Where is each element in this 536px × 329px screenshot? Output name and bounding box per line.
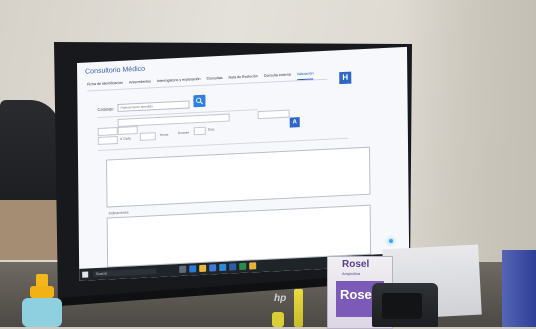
highlighter-pen xyxy=(294,289,303,327)
mail-icon[interactable] xyxy=(219,263,227,272)
search-icon xyxy=(195,97,204,105)
dose-field[interactable] xyxy=(257,109,290,120)
horas-label: Horas xyxy=(159,132,169,137)
frequency-field[interactable] xyxy=(139,132,156,141)
box-subtitle: Ampicilina xyxy=(342,271,361,276)
edge-icon[interactable] xyxy=(189,265,197,273)
box-brand-large: Rosel xyxy=(340,287,376,302)
stapler-top xyxy=(382,293,422,319)
duration-field[interactable] xyxy=(193,126,206,136)
task-view-icon[interactable] xyxy=(179,265,187,274)
unit-field[interactable] xyxy=(117,126,138,136)
hand-sanitizer-bottle xyxy=(22,274,62,327)
box-brand-label: Rosel xyxy=(342,259,370,270)
app-screen: Consultorio Médico Ficha de Identificaci… xyxy=(77,46,410,281)
highlighter-cap xyxy=(272,312,284,327)
excel-icon[interactable] xyxy=(239,262,247,271)
add-prescription-button[interactable]: A xyxy=(289,117,300,128)
header-button[interactable]: H xyxy=(339,71,352,85)
durante-label: Durante xyxy=(177,130,190,136)
prescription-list-box[interactable] xyxy=(106,146,371,208)
power-led xyxy=(389,239,393,243)
chrome-icon[interactable] xyxy=(249,262,257,270)
windows-start-icon[interactable] xyxy=(82,271,89,278)
catalog-label: Catálogo xyxy=(97,106,114,112)
catalog-input[interactable]: Padecimiento atendido xyxy=(117,100,190,113)
cada-label: c/ Cada xyxy=(119,136,131,141)
blue-binder xyxy=(502,250,536,327)
indicaciones-label: Indicaciones xyxy=(108,210,129,216)
store-icon[interactable] xyxy=(209,264,217,272)
app-title: Consultorio Médico xyxy=(85,65,146,76)
stapler xyxy=(372,283,438,327)
hp-logo: hp xyxy=(274,293,287,304)
taskbar-app-icons xyxy=(179,262,257,274)
route-field[interactable] xyxy=(97,136,118,145)
dias-label: Días xyxy=(207,127,215,132)
search-button[interactable] xyxy=(193,94,206,108)
folder-icon[interactable] xyxy=(199,264,207,273)
taskbar-search[interactable]: Buscar xyxy=(93,268,157,278)
quantity-field[interactable] xyxy=(97,127,118,136)
word-icon[interactable] xyxy=(229,263,237,271)
